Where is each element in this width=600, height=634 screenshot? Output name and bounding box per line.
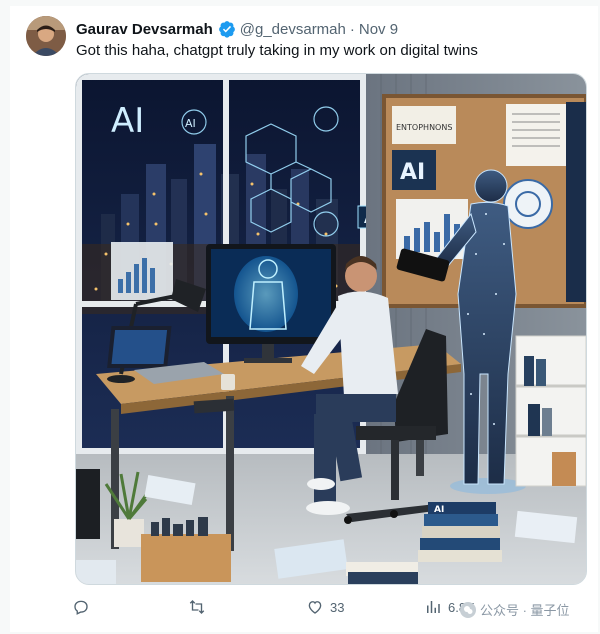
heart-icon: [308, 601, 322, 614]
book-crate: [141, 534, 231, 582]
author-avatar[interactable]: [26, 16, 66, 56]
ai-hologram-text: AI: [111, 101, 144, 141]
tweet-header: Gaurav Devsarmah @g_devsarmah · Nov 9: [76, 18, 398, 40]
book-ai-label: AI: [434, 505, 444, 515]
tweet-text: Got this haha, chatgpt truly taking in m…: [76, 42, 478, 59]
ai-circle-text: AI: [185, 117, 196, 130]
reply-icon: [74, 600, 88, 615]
views-icon: [427, 601, 440, 613]
like-button[interactable]: 33: [306, 596, 344, 618]
retweet-button[interactable]: [188, 596, 212, 618]
bookshelf: [515, 335, 586, 487]
author-handle[interactable]: @g_devsarmah: [240, 21, 346, 38]
watermark-text: 公众号 · 量子位: [480, 603, 570, 618]
verified-badge-icon: [218, 20, 236, 38]
board-note-text: ENTOPHNONS: [396, 123, 452, 132]
board-ai-sign: AI: [400, 160, 425, 185]
retweet-icon: [189, 600, 205, 614]
watermark: 公众号 · 量子位: [460, 600, 570, 619]
wechat-logo-icon: [460, 601, 476, 618]
header-separator: ·: [349, 20, 355, 38]
reply-button[interactable]: [72, 596, 96, 618]
digital-twin-illustration: AI AI AI ENTOPHNONS AI: [76, 74, 586, 584]
tweet-media-image[interactable]: AI AI AI ENTOPHNONS AI: [75, 73, 587, 585]
like-count: 33: [330, 599, 345, 615]
tweet-date[interactable]: Nov 9: [359, 21, 398, 38]
author-display-name[interactable]: Gaurav Devsarmah: [76, 21, 213, 38]
user-avatar-icon: [26, 16, 66, 56]
